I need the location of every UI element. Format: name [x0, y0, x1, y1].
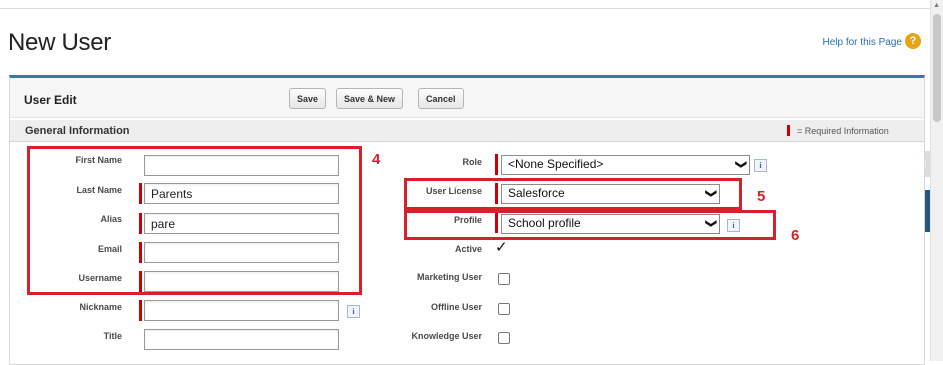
user-license-select[interactable]: Salesforce ❯	[501, 184, 720, 204]
save-and-new-button[interactable]: Save & New	[336, 88, 404, 109]
active-label: Active	[454, 244, 482, 254]
user-license-selected-value: Salesforce	[508, 186, 565, 200]
panel-title: User Edit	[24, 93, 77, 107]
active-checkbox[interactable]: ✓	[495, 238, 508, 256]
title-label: Title	[103, 331, 122, 341]
marketing-user-checkbox[interactable]	[498, 273, 510, 285]
required-marker	[139, 300, 142, 321]
knowledge-user-checkbox[interactable]	[498, 332, 510, 344]
panel-header: User Edit Save Save & New Cancel	[10, 78, 924, 118]
alias-input[interactable]	[144, 213, 339, 234]
section-header: General Information = Required Informati…	[10, 120, 924, 142]
offline-user-checkbox[interactable]	[498, 303, 510, 315]
vertical-scrollbar[interactable]: ▲	[930, 0, 943, 361]
first-name-input[interactable]	[144, 155, 339, 176]
profile-selected-value: School profile	[508, 216, 581, 230]
email-label: Email	[97, 244, 122, 254]
cancel-button[interactable]: Cancel	[418, 88, 464, 109]
user-license-label: User License	[425, 186, 482, 196]
last-name-input[interactable]	[144, 183, 339, 204]
role-select[interactable]: <None Specified> ❯	[501, 155, 750, 175]
chevron-down-icon: ❯	[734, 159, 747, 170]
offline-user-label: Offline User	[430, 302, 482, 312]
chevron-down-icon: ❯	[704, 188, 717, 199]
profile-select[interactable]: School profile ❯	[501, 214, 720, 234]
last-name-label: Last Name	[76, 185, 122, 195]
username-label: Username	[78, 273, 122, 283]
required-marker	[495, 183, 498, 204]
profile-label: Profile	[453, 215, 482, 225]
chevron-down-icon: ❯	[704, 218, 717, 229]
required-marker	[495, 154, 498, 175]
help-icon[interactable]: ?	[905, 33, 921, 49]
section-title: General Information	[25, 125, 130, 137]
required-marker	[139, 183, 142, 204]
knowledge-user-label: Knowledge User	[411, 331, 482, 341]
profile-info-icon[interactable]: i	[727, 219, 740, 232]
required-marker	[495, 212, 498, 233]
role-label: Role	[462, 157, 482, 167]
save-button[interactable]: Save	[289, 88, 327, 109]
top-divider	[0, 8, 930, 9]
marketing-user-label: Marketing User	[416, 272, 482, 282]
username-input[interactable]	[144, 271, 339, 292]
help-link[interactable]: Help for this Page	[823, 37, 903, 48]
required-indicator	[787, 125, 790, 136]
required-marker	[139, 242, 142, 263]
annotation-label-4: 4	[372, 151, 381, 168]
scrollbar-thumb[interactable]	[933, 14, 941, 122]
required-marker	[139, 213, 142, 234]
required-legend: = Required Information	[797, 126, 889, 136]
scroll-up-icon[interactable]: ▲	[933, 2, 940, 9]
alias-label: Alias	[100, 214, 122, 224]
nickname-input[interactable]	[144, 300, 339, 321]
first-name-label: First Name	[75, 155, 122, 165]
page-title: New User	[8, 29, 111, 56]
nickname-label: Nickname	[79, 302, 122, 312]
required-marker	[139, 271, 142, 292]
role-info-icon[interactable]: i	[754, 159, 767, 172]
email-input[interactable]	[144, 242, 339, 263]
role-selected-value: <None Specified>	[508, 157, 604, 171]
title-input[interactable]	[144, 329, 339, 350]
annotation-label-5: 5	[757, 188, 766, 205]
annotation-label-6: 6	[791, 227, 800, 244]
